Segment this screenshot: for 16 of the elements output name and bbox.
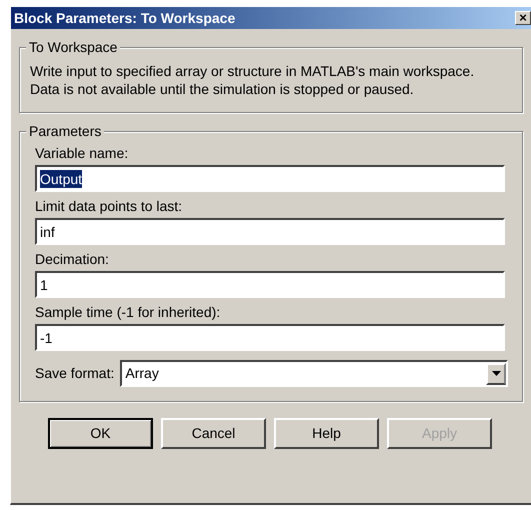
- close-button[interactable]: ×: [515, 11, 531, 25]
- field-label: Limit data points to last:: [35, 197, 184, 215]
- input-field[interactable]: inf: [35, 218, 505, 245]
- field-label: Save format:: [35, 364, 114, 383]
- dropdown-field[interactable]: Array: [120, 360, 508, 387]
- field-label: Decimation:: [35, 250, 110, 268]
- window-title: Block Parameters: To Workspace: [14, 8, 236, 28]
- input-field[interactable]: Output: [35, 165, 505, 192]
- input-field[interactable]: 1: [35, 271, 505, 298]
- dialog-button[interactable]: Cancel: [161, 418, 266, 449]
- description-text: Write input to specified array or structure in MATLAB's main workspace. Data is not available until the simulation is stopped or paused.: [30, 62, 476, 98]
- dialog-button[interactable]: OK: [48, 418, 153, 449]
- dialog-button[interactable]: Help: [274, 418, 379, 449]
- input-field[interactable]: -1: [35, 324, 505, 351]
- field-label: Sample time (-1 for inherited):: [35, 303, 222, 321]
- field-label: Variable name:: [35, 144, 130, 162]
